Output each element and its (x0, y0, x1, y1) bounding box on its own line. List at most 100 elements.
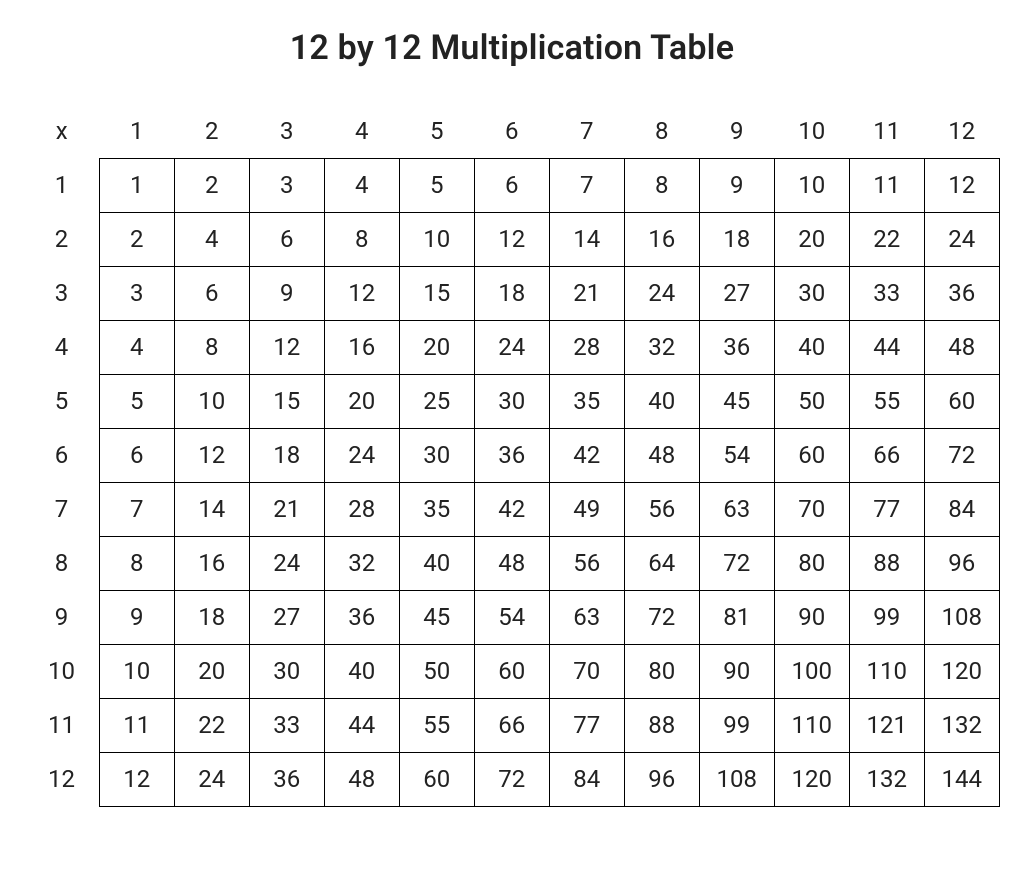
col-header: 4 (324, 104, 399, 158)
cell: 144 (924, 752, 999, 806)
cell: 42 (474, 482, 549, 536)
col-header: 5 (399, 104, 474, 158)
cell: 84 (549, 752, 624, 806)
cell: 110 (774, 698, 849, 752)
row-header: 8 (24, 536, 99, 590)
corner-header: x (24, 104, 99, 158)
cell: 84 (924, 482, 999, 536)
cell: 132 (849, 752, 924, 806)
table-row: 2 2 4 6 8 10 12 14 16 18 20 22 24 (24, 212, 999, 266)
cell: 80 (774, 536, 849, 590)
cell: 21 (249, 482, 324, 536)
cell: 11 (99, 698, 174, 752)
table-row: 6 6 12 18 24 30 36 42 48 54 60 66 72 (24, 428, 999, 482)
col-header: 9 (699, 104, 774, 158)
cell: 24 (924, 212, 999, 266)
cell: 24 (324, 428, 399, 482)
row-header: 3 (24, 266, 99, 320)
cell: 96 (624, 752, 699, 806)
cell: 35 (549, 374, 624, 428)
cell: 36 (249, 752, 324, 806)
row-header: 4 (24, 320, 99, 374)
row-header: 6 (24, 428, 99, 482)
cell: 81 (699, 590, 774, 644)
cell: 77 (549, 698, 624, 752)
cell: 56 (549, 536, 624, 590)
col-header: 2 (174, 104, 249, 158)
cell: 60 (474, 644, 549, 698)
cell: 8 (99, 536, 174, 590)
cell: 14 (549, 212, 624, 266)
cell: 33 (249, 698, 324, 752)
cell: 6 (249, 212, 324, 266)
table-row: 12 12 24 36 48 60 72 84 96 108 120 132 1… (24, 752, 999, 806)
cell: 10 (99, 644, 174, 698)
cell: 60 (399, 752, 474, 806)
cell: 36 (324, 590, 399, 644)
cell: 120 (924, 644, 999, 698)
cell: 6 (99, 428, 174, 482)
cell: 9 (249, 266, 324, 320)
cell: 72 (699, 536, 774, 590)
cell: 15 (249, 374, 324, 428)
cell: 32 (624, 320, 699, 374)
table-body: 1 1 2 3 4 5 6 7 8 9 10 11 12 2 2 4 6 8 1… (24, 158, 999, 806)
cell: 12 (324, 266, 399, 320)
table-row: 4 4 8 12 16 20 24 28 32 36 40 44 48 (24, 320, 999, 374)
cell: 12 (174, 428, 249, 482)
cell: 108 (699, 752, 774, 806)
cell: 20 (324, 374, 399, 428)
cell: 22 (174, 698, 249, 752)
column-header-row: x 1 2 3 4 5 6 7 8 9 10 11 12 (24, 104, 999, 158)
cell: 8 (174, 320, 249, 374)
cell: 20 (174, 644, 249, 698)
row-header: 2 (24, 212, 99, 266)
cell: 63 (699, 482, 774, 536)
cell: 36 (474, 428, 549, 482)
cell: 12 (249, 320, 324, 374)
cell: 24 (474, 320, 549, 374)
cell: 20 (774, 212, 849, 266)
cell: 30 (774, 266, 849, 320)
cell: 12 (924, 158, 999, 212)
multiplication-table: x 1 2 3 4 5 6 7 8 9 10 11 12 1 1 2 3 4 (24, 104, 1000, 807)
cell: 90 (774, 590, 849, 644)
row-header: 10 (24, 644, 99, 698)
cell: 54 (699, 428, 774, 482)
cell: 4 (174, 212, 249, 266)
cell: 24 (249, 536, 324, 590)
cell: 30 (474, 374, 549, 428)
cell: 7 (549, 158, 624, 212)
cell: 10 (774, 158, 849, 212)
cell: 5 (399, 158, 474, 212)
cell: 14 (174, 482, 249, 536)
cell: 40 (774, 320, 849, 374)
cell: 64 (624, 536, 699, 590)
cell: 4 (324, 158, 399, 212)
cell: 77 (849, 482, 924, 536)
row-header: 9 (24, 590, 99, 644)
cell: 30 (399, 428, 474, 482)
cell: 8 (324, 212, 399, 266)
table-row: 9 9 18 27 36 45 54 63 72 81 90 99 108 (24, 590, 999, 644)
cell: 72 (924, 428, 999, 482)
cell: 60 (924, 374, 999, 428)
cell: 28 (324, 482, 399, 536)
cell: 60 (774, 428, 849, 482)
cell: 54 (474, 590, 549, 644)
table-row: 8 8 16 24 32 40 48 56 64 72 80 88 96 (24, 536, 999, 590)
cell: 25 (399, 374, 474, 428)
cell: 70 (774, 482, 849, 536)
cell: 2 (174, 158, 249, 212)
cell: 80 (624, 644, 699, 698)
page-title: 12 by 12 Multiplication Table (20, 28, 1004, 68)
cell: 44 (849, 320, 924, 374)
cell: 5 (99, 374, 174, 428)
table-row: 11 11 22 33 44 55 66 77 88 99 110 121 13… (24, 698, 999, 752)
cell: 9 (699, 158, 774, 212)
cell: 44 (324, 698, 399, 752)
cell: 16 (324, 320, 399, 374)
cell: 72 (624, 590, 699, 644)
cell: 30 (249, 644, 324, 698)
cell: 27 (699, 266, 774, 320)
